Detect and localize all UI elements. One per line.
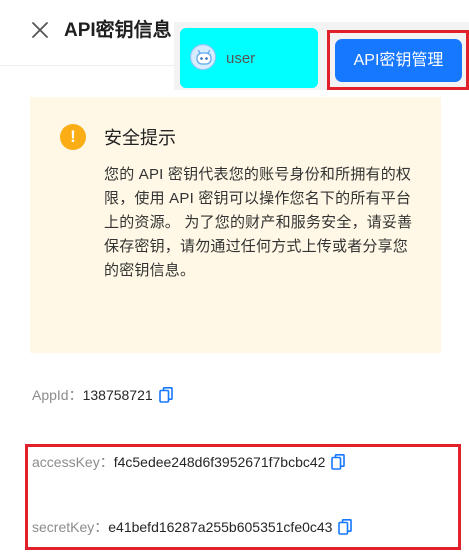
- notice-title: 安全提示: [104, 128, 176, 148]
- page-title: API密钥信息: [64, 20, 172, 41]
- avatar: [190, 44, 216, 70]
- secret-key-row: secretKey：e41befd16287a255b605351cfe0c43: [32, 517, 353, 537]
- user-chip[interactable]: user: [180, 28, 318, 88]
- user-name: user: [226, 50, 256, 67]
- copy-icon[interactable]: [158, 387, 173, 403]
- security-notice: ! 安全提示 您的 API 密钥代表您的账号身份和所拥有的权限，使用 API 密…: [30, 97, 441, 353]
- secret-key-value: e41befd16287a255b605351cfe0c43: [108, 519, 333, 535]
- access-key-row: accessKey：f4c5edee248d6f3952671f7bcbc42: [32, 452, 346, 472]
- access-key-value: f4c5edee248d6f3952671f7bcbc42: [113, 454, 326, 470]
- appid-row: AppId：138758721: [32, 385, 173, 405]
- copy-icon[interactable]: [338, 519, 353, 535]
- appid-value: 138758721: [82, 387, 153, 403]
- secret-key-label: secretKey：: [32, 519, 109, 535]
- warning-icon: !: [60, 124, 86, 150]
- notice-body: 您的 API 密钥代表您的账号身份和所拥有的权限，使用 API 密钥可以操作您名…: [104, 166, 413, 279]
- access-key-label: accessKey：: [32, 454, 114, 470]
- close-icon[interactable]: [28, 18, 52, 42]
- api-key-manage-button[interactable]: API密钥管理: [335, 39, 462, 82]
- copy-icon[interactable]: [331, 454, 346, 470]
- appid-label: AppId：: [32, 387, 83, 403]
